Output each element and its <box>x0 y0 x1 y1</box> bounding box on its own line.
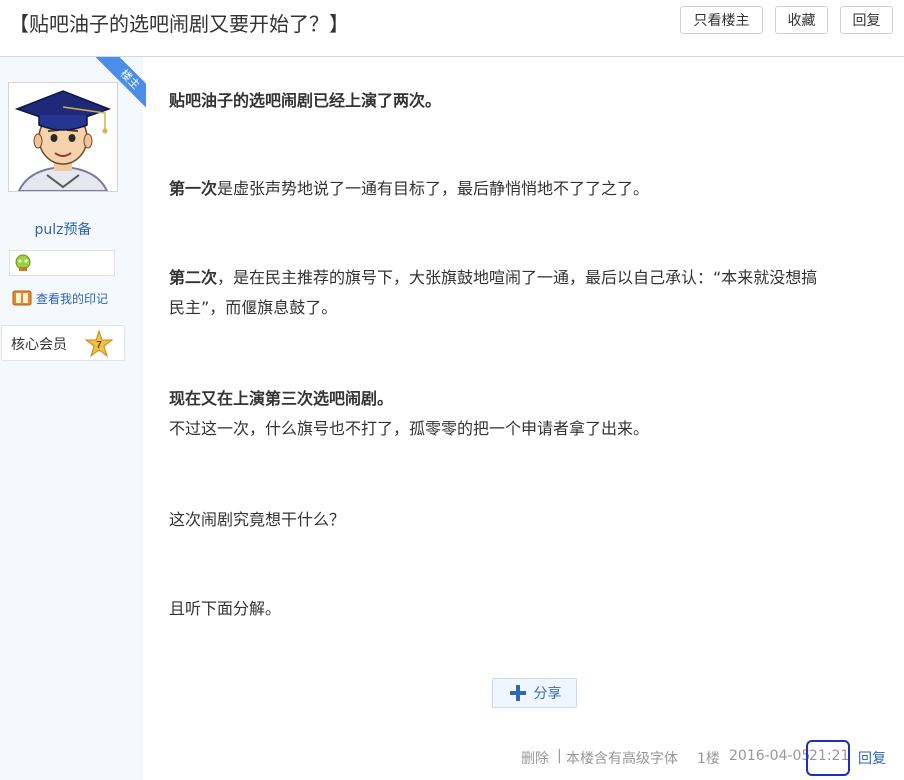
view-imprint-link[interactable]: 查看我的印记 <box>12 289 108 307</box>
post-date: 2016-04-05 <box>729 748 811 764</box>
author-username[interactable]: pulz预备 <box>0 219 126 239</box>
footer-separator: | <box>557 748 562 764</box>
thread-title: 【贴吧油子的选吧闹剧又要开始了？】 <box>9 12 349 36</box>
annotation-highlight <box>806 740 850 776</box>
post-paragraph-5: 这次闹剧究竟想干什么？ <box>169 510 346 529</box>
book-icon <box>12 290 32 306</box>
post-paragraph-4: 现在又在上演第三次选吧闹剧。 <box>169 389 394 408</box>
favorite-button[interactable]: 收藏 <box>775 6 828 34</box>
op-ribbon-label: 楼主 <box>96 57 146 107</box>
thread-header: 【贴吧油子的选吧闹剧又要开始了？】 只看楼主 收藏 回复 <box>0 0 904 57</box>
delete-link[interactable]: 删除 <box>521 748 549 768</box>
author-sidebar: 楼主 pulz预备 查看我的印记 核心会员 7 <box>0 57 146 780</box>
reply-button[interactable]: 回复 <box>840 6 893 34</box>
floor-reply-link[interactable]: 回复 <box>858 748 886 768</box>
p2-bold: 第一次 <box>169 179 218 198</box>
post-paragraph-3: 第二次，是在民主推荐的旗号下，大张旗鼓地喧闹了一通，最后以自己承认：“本来就没想… <box>169 263 817 293</box>
p3-text: ，是在民主推荐的旗号下，大张旗鼓地喧闹了一通，最后以自己承认：“本来就没想搞 <box>217 268 818 287</box>
level-star-icon: 7 <box>85 330 113 358</box>
p2-text: 是虚张声势地说了一通有目标了，最后静悄悄地不了了之了。 <box>217 179 650 198</box>
share-label: 分享 <box>533 686 562 702</box>
only-op-button[interactable]: 只看楼主 <box>680 6 763 34</box>
level-number: 7 <box>96 340 102 351</box>
member-label: 核心会员 <box>11 337 67 353</box>
badge-icon[interactable] <box>13 253 33 273</box>
plus-icon <box>509 685 526 701</box>
p3-bold: 第二次 <box>169 268 218 287</box>
view-imprint-label: 查看我的印记 <box>36 291 109 306</box>
floor-number: 1楼 <box>697 751 720 767</box>
post-paragraph-1: 贴吧油子的选吧闹剧已经上演了两次。 <box>169 91 442 110</box>
op-ribbon: 楼主 <box>96 57 146 107</box>
post-paragraph-4-line2: 不过这一次，什么旗号也不打了，孤零零的把一个申请者拿了出来。 <box>169 419 650 438</box>
member-level-row[interactable]: 核心会员 7 <box>1 325 125 361</box>
share-button[interactable]: 分享 <box>492 678 577 708</box>
badge-row <box>9 250 115 276</box>
post-paragraph-6: 且听下面分解。 <box>169 599 282 618</box>
post-paragraph-3-line2: 民主”，而偃旗息鼓了。 <box>169 298 338 317</box>
advanced-font-note: 本楼含有高级字体 <box>566 751 678 767</box>
post-paragraph-2: 第一次是虚张声势地说了一通有目标了，最后静悄悄地不了了之了。 <box>169 174 649 204</box>
